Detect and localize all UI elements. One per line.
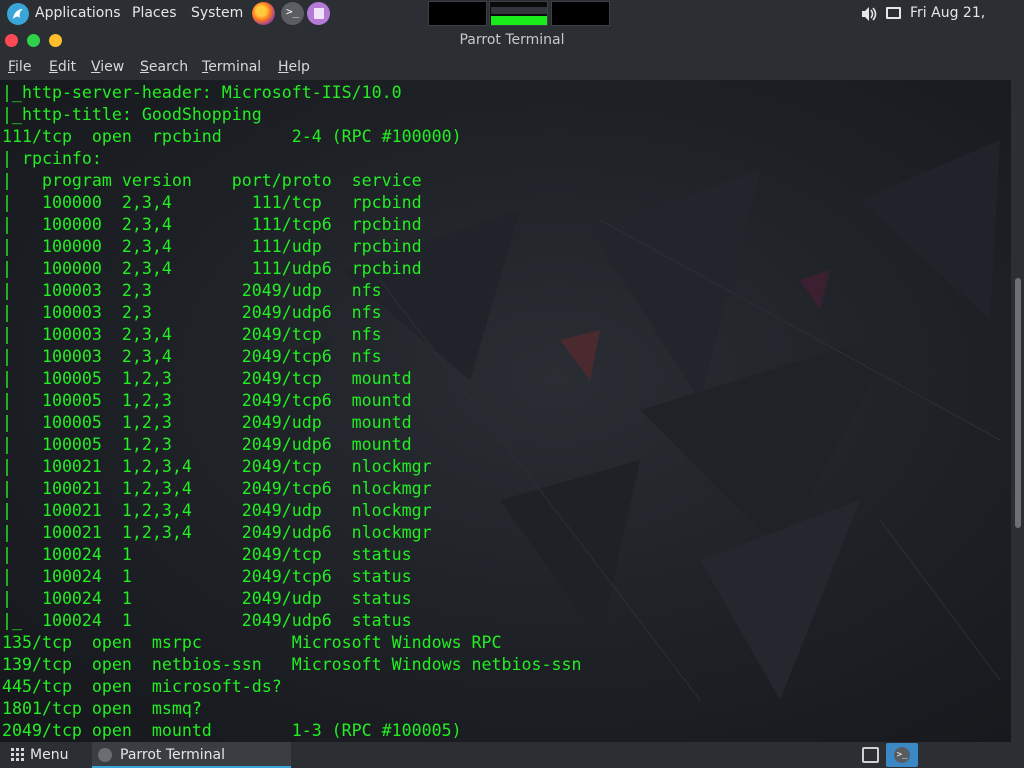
terminal-line: | 100005 1,2,3 2049/udp mountd: [2, 413, 412, 432]
terminal-output[interactable]: |_http-server-header: Microsoft-IIS/10.0…: [0, 80, 1011, 742]
workspace-3[interactable]: [551, 1, 610, 26]
maximize-button[interactable]: [49, 34, 62, 47]
terminal-line: 2049/tcp open mountd 1-3 (RPC #100005): [2, 721, 462, 740]
parrot-logo-icon[interactable]: [7, 3, 29, 25]
menu-view[interactable]: View: [91, 54, 124, 80]
top-panel: Applications Places System >_ Fri Aug 21…: [0, 0, 1024, 48]
window-title: Parrot Terminal: [459, 32, 565, 48]
terminal-line: 139/tcp open netbios-ssn Microsoft Windo…: [2, 655, 582, 674]
terminal-line: | 100021 1,2,3,4 2049/tcp6 nlockmgr: [2, 479, 432, 498]
display-icon[interactable]: [886, 7, 901, 19]
tray-terminal-button[interactable]: >_: [886, 743, 918, 767]
terminal-icon: >_: [894, 747, 910, 763]
grid-icon: [11, 748, 26, 762]
terminal-line: 135/tcp open msrpc Microsoft Windows RPC: [2, 633, 502, 652]
terminal-line: | 100000 2,3,4 111/tcp6 rpcbind: [2, 215, 422, 234]
taskbar-item-label: Parrot Terminal: [120, 747, 226, 763]
terminal-line: | 100003 2,3,4 2049/tcp nfs: [2, 325, 382, 344]
terminal-line: | program version port/proto service: [2, 171, 422, 190]
applications-menu[interactable]: Applications: [35, 0, 121, 27]
close-button[interactable]: [5, 34, 18, 47]
terminal-line: |_http-server-header: Microsoft-IIS/10.0: [2, 83, 402, 102]
terminal-line: | 100024 1 2049/tcp status: [2, 545, 412, 564]
scrollbar-thumb[interactable]: [1015, 278, 1021, 528]
menu-edit[interactable]: Edit: [49, 54, 76, 80]
terminal-line: | rpcinfo:: [2, 149, 102, 168]
terminal-line: | 100000 2,3,4 111/udp rpcbind: [2, 237, 422, 256]
terminal-line: | 100000 2,3,4 111/tcp rpcbind: [2, 193, 422, 212]
workspace-1[interactable]: [428, 1, 487, 26]
bottom-panel: Menu Parrot Terminal >_: [0, 742, 1024, 768]
terminal-line: | 100024 1 2049/udp status: [2, 589, 412, 608]
menu-terminal[interactable]: Terminal: [202, 54, 261, 80]
menu-label: Menu: [30, 747, 69, 763]
terminal-icon: [98, 748, 112, 762]
screenshot-tool-icon[interactable]: [862, 747, 879, 763]
menu-file[interactable]: File: [8, 54, 31, 80]
terminal-line: | 100000 2,3,4 111/udp6 rpcbind: [2, 259, 422, 278]
terminal-line: | 100021 1,2,3,4 2049/tcp nlockmgr: [2, 457, 432, 476]
terminal-line: | 100005 1,2,3 2049/udp6 mountd: [2, 435, 412, 454]
terminal-line: | 100024 1 2049/tcp6 status: [2, 567, 412, 586]
terminal-line: | 100021 1,2,3,4 2049/udp nlockmgr: [2, 501, 432, 520]
taskbar-item-terminal[interactable]: Parrot Terminal: [92, 742, 291, 768]
firefox-icon[interactable]: [252, 2, 275, 25]
terminal-line: 111/tcp open rpcbind 2-4 (RPC #100000): [2, 127, 462, 146]
terminal-line: 445/tcp open microsoft-ds?: [2, 677, 282, 696]
terminal-line: | 100005 1,2,3 2049/tcp mountd: [2, 369, 412, 388]
terminal-line: | 100003 2,3,4 2049/tcp6 nfs: [2, 347, 382, 366]
terminal-line: | 100021 1,2,3,4 2049/udp6 nlockmgr: [2, 523, 432, 542]
system-menu[interactable]: System: [191, 0, 243, 27]
text-editor-icon[interactable]: [307, 2, 330, 25]
terminal-line: | 100003 2,3 2049/udp6 nfs: [2, 303, 382, 322]
terminal-line: |_ 100024 1 2049/udp6 status: [2, 611, 412, 630]
menubar: File Edit View Search Terminal Help: [0, 54, 1024, 80]
terminal-line: 1801/tcp open msmq?: [2, 699, 202, 718]
terminal-line: | 100003 2,3 2049/udp nfs: [2, 281, 382, 300]
places-menu[interactable]: Places: [132, 0, 177, 27]
workspace-2[interactable]: [489, 1, 548, 26]
minimize-button[interactable]: [27, 34, 40, 47]
window-titlebar[interactable]: Parrot Terminal: [0, 27, 1024, 54]
terminal-icon[interactable]: >_: [281, 2, 304, 25]
menu-search[interactable]: Search: [140, 54, 188, 80]
terminal-text: |_http-server-header: Microsoft-IIS/10.0…: [2, 82, 581, 742]
menu-help[interactable]: Help: [278, 54, 310, 80]
terminal-line: | 100005 1,2,3 2049/tcp6 mountd: [2, 391, 412, 410]
scrollbar[interactable]: [1011, 80, 1024, 742]
terminal-line: |_http-title: GoodShopping: [2, 105, 262, 124]
clock[interactable]: Fri Aug 21, 02:57: [910, 0, 1024, 48]
menu-button[interactable]: Menu: [8, 742, 68, 768]
